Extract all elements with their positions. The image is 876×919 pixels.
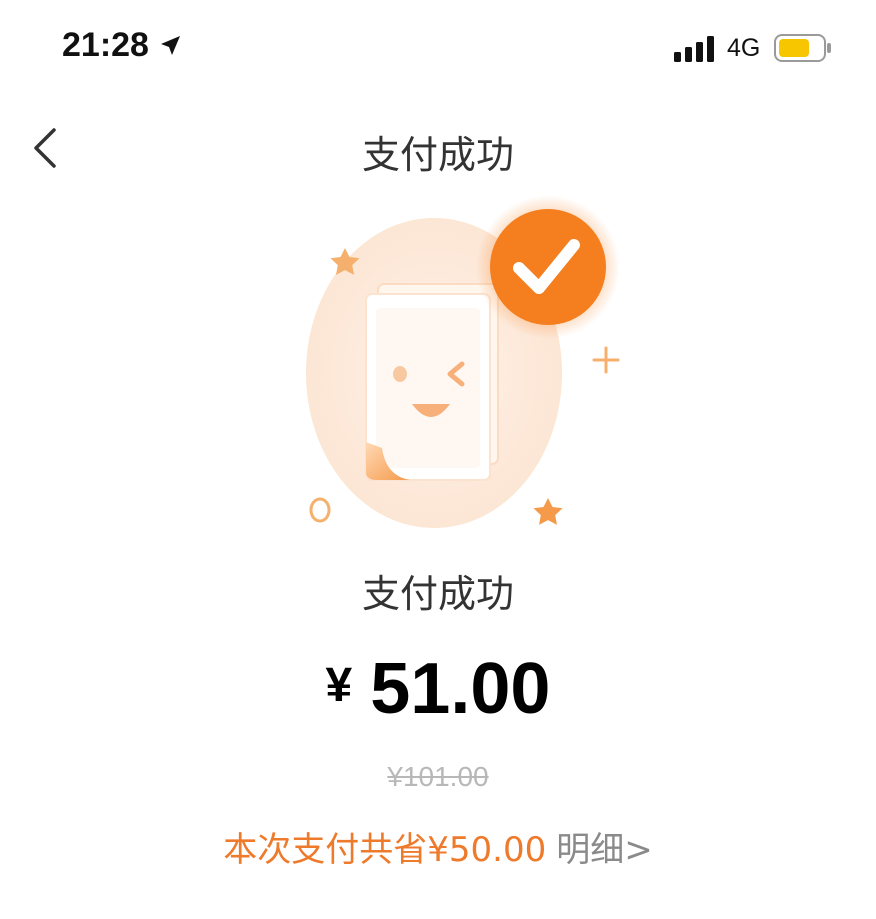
plus-icon: [592, 346, 620, 374]
amount-value: 51.00: [370, 649, 551, 729]
location-arrow-icon: [158, 34, 182, 62]
network-type-label: 4G: [727, 34, 761, 62]
original-price: ¥101.00: [387, 761, 489, 792]
savings-text: 本次支付共省¥50.00: [223, 830, 547, 870]
status-bar: 21:28 4G: [0, 0, 876, 100]
savings-row: 本次支付共省¥50.00 明细>: [0, 822, 876, 871]
eye-icon: [393, 366, 407, 382]
battery-icon: [774, 34, 832, 66]
check-badge: [490, 209, 606, 325]
payment-amount: ¥51.00: [0, 648, 876, 730]
currency-symbol: ¥: [325, 659, 353, 712]
circle-icon: [309, 497, 331, 523]
details-link[interactable]: 明细>: [556, 830, 653, 870]
navigation-bar: 支付成功: [0, 110, 876, 190]
status-time: 21:28: [62, 26, 149, 64]
star-icon: [533, 498, 563, 525]
result-title: 支付成功: [361, 572, 514, 616]
payment-success-illustration: [290, 190, 630, 540]
signal-bars-icon: [674, 36, 716, 66]
page-title: 支付成功: [361, 133, 514, 177]
